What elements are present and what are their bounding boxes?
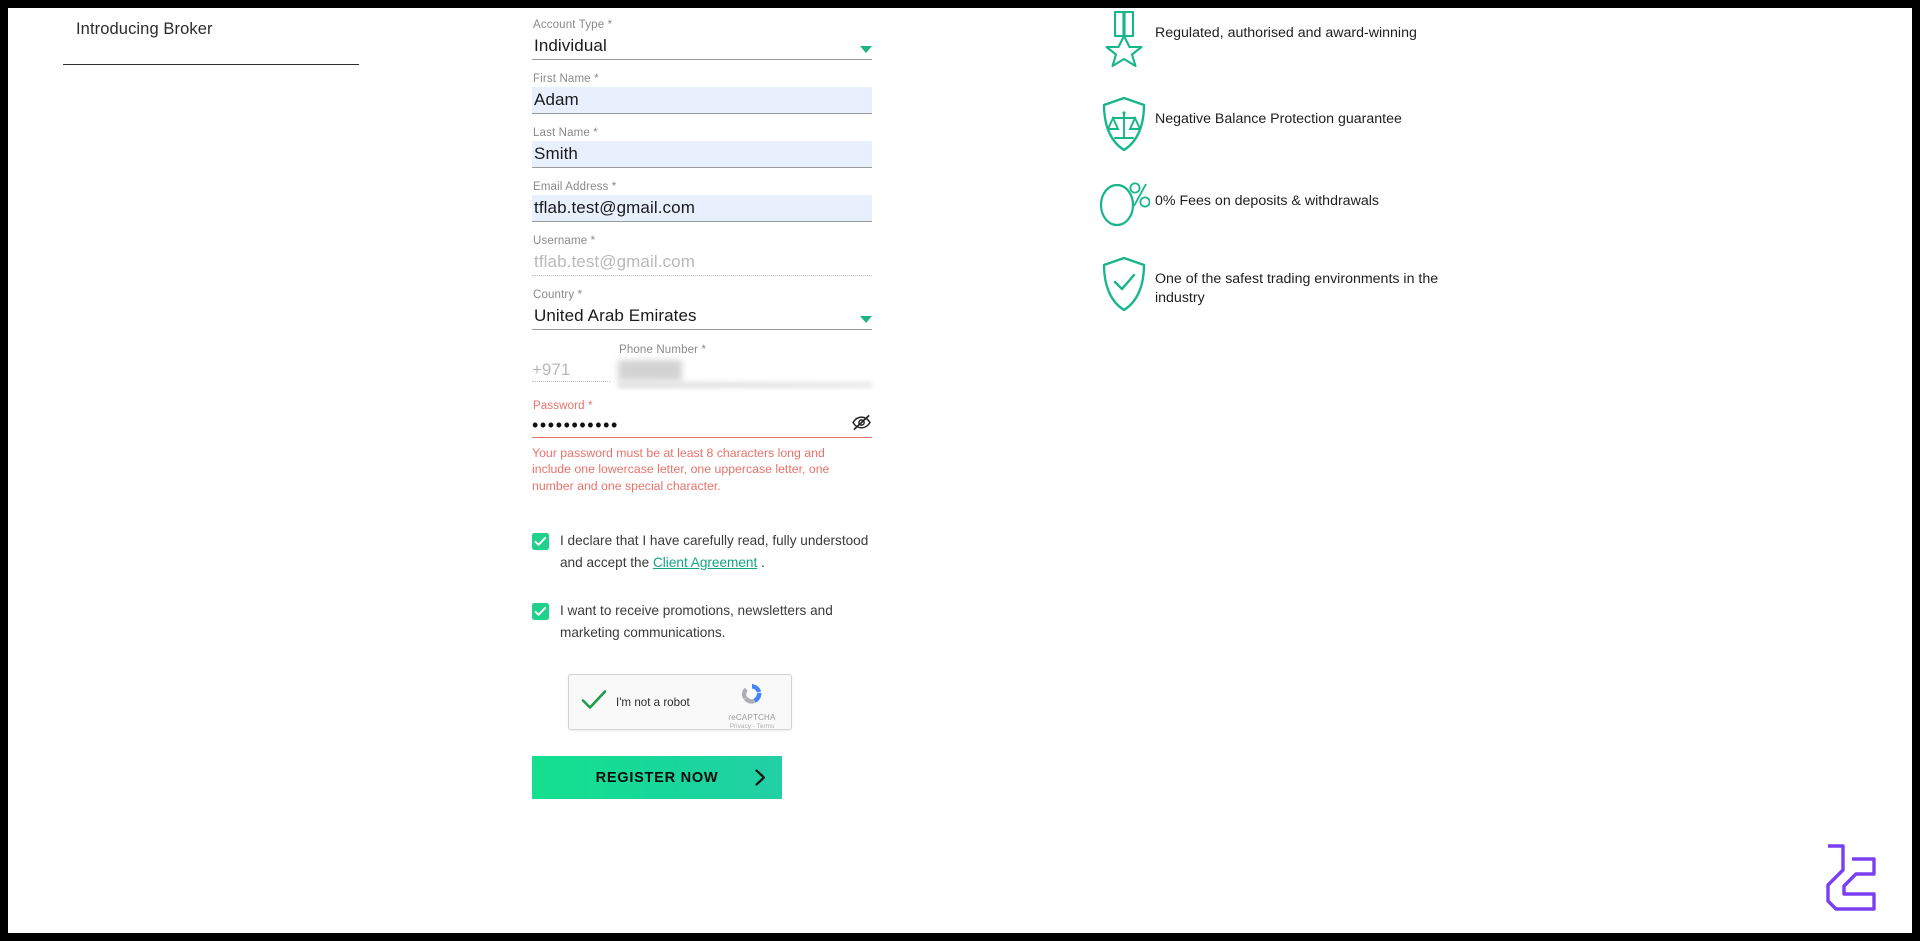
registration-page: Introducing Broker Account Type * Indivi… <box>8 8 1912 933</box>
check-icon <box>534 537 547 546</box>
first-name-input[interactable]: Adam <box>532 87 872 113</box>
medal-icon <box>1093 10 1155 72</box>
recaptcha-widget[interactable]: I'm not a robot reCAPTCHA Privacy - Term… <box>568 674 792 731</box>
shield-scales-icon <box>1093 96 1155 152</box>
field-phone[interactable]: +971 Phone Number * <box>532 342 872 388</box>
field-value-account-type[interactable]: Individual <box>532 33 609 59</box>
email-input[interactable]: tflab.test@gmail.com <box>532 195 872 221</box>
field-underline-account-type <box>532 59 872 60</box>
recaptcha-label: I'm not a robot <box>616 695 690 709</box>
checkbox-client-agreement[interactable] <box>532 533 549 551</box>
screenshot-root: Introducing Broker Account Type * Indivi… <box>0 0 1920 941</box>
recaptcha-branding: reCAPTCHA Privacy - Terms <box>721 681 783 730</box>
field-last-name[interactable]: Last Name * Smith <box>532 125 872 168</box>
field-label-password: Password * <box>533 400 593 412</box>
eye-off-icon[interactable] <box>851 414 872 436</box>
left-panel: Introducing Broker <box>8 8 528 933</box>
field-label-last-name: Last Name * <box>533 127 598 139</box>
benefit-text-regulated: Regulated, authorised and award-winning <box>1155 25 1417 41</box>
recaptcha-legal-links: Privacy - Terms <box>729 723 775 731</box>
field-underline-email-address <box>532 221 872 222</box>
last-name-input[interactable]: Smith <box>532 141 872 167</box>
zero-percent-icon <box>1093 178 1155 228</box>
field-email-address[interactable]: Email Address * tflab.test@gmail.com <box>532 179 872 222</box>
chevron-right-icon <box>755 769 766 789</box>
brand-watermark-logo <box>1814 840 1888 919</box>
field-account-type[interactable]: Account Type * Individual <box>532 17 872 60</box>
benefit-item-safest-trading: One of the safest trading environments i… <box>1093 256 1523 312</box>
field-underline-first-name <box>532 113 872 114</box>
field-label-phone-number: Phone Number * <box>619 344 707 356</box>
benefit-text-negative-balance: Negative Balance Protection guarantee <box>1155 111 1402 127</box>
register-now-button[interactable]: REGISTER NOW <box>532 756 782 800</box>
check-icon <box>534 607 547 616</box>
recaptcha-check-icon[interactable] <box>581 689 607 716</box>
phone-number-input[interactable] <box>618 360 682 381</box>
password-input[interactable]: ••••••••••• <box>532 414 619 437</box>
agreement-text-after: . <box>757 555 765 571</box>
field-label-country: Country * <box>533 289 583 301</box>
checkbox-label-client-agreement: I declare that I have carefully read, fu… <box>560 530 870 574</box>
field-underline-last-name <box>532 167 872 168</box>
chevron-down-icon-country[interactable] <box>860 316 872 323</box>
phone-country-code-value: +971 <box>532 360 571 379</box>
shield-check-icon <box>1093 256 1155 312</box>
register-now-label: REGISTER NOW <box>595 769 719 786</box>
field-label-account-type: Account Type * <box>533 19 613 31</box>
registration-form: Account Type * Individual First Name * A… <box>532 8 872 800</box>
recaptcha-brand-name: reCAPTCHA <box>728 713 776 723</box>
introducing-broker-divider <box>63 64 359 65</box>
benefit-item-zero-fees: 0% Fees on deposits & withdrawals <box>1093 178 1523 228</box>
checkbox-row-marketing[interactable]: I want to receive promotions, newsletter… <box>532 600 872 644</box>
checkbox-label-marketing: I want to receive promotions, newsletter… <box>560 603 833 641</box>
field-underline-country <box>532 329 872 330</box>
phone-country-code: +971 <box>532 342 616 388</box>
country-select-value[interactable]: United Arab Emirates <box>532 303 699 329</box>
field-label-username: Username * <box>533 235 596 247</box>
field-label-email-address: Email Address * <box>533 181 617 193</box>
introducing-broker-heading: Introducing Broker <box>76 20 213 38</box>
field-label-first-name: First Name * <box>533 73 599 85</box>
benefit-item-regulated: Regulated, authorised and award-winning <box>1093 10 1523 72</box>
field-underline-password <box>532 437 872 438</box>
checkbox-marketing[interactable] <box>532 603 549 621</box>
benefit-text-safest-trading: One of the safest trading environments i… <box>1155 271 1439 306</box>
field-username: Username * tflab.test@gmail.com <box>532 233 872 276</box>
checkbox-row-client-agreement[interactable]: I declare that I have carefully read, fu… <box>532 530 872 574</box>
phone-code-underline <box>532 381 610 382</box>
field-first-name[interactable]: First Name * Adam <box>532 71 872 114</box>
field-password[interactable]: Password * ••••••••••• Your password mus… <box>532 398 872 494</box>
benefit-text-zero-fees: 0% Fees on deposits & withdrawals <box>1155 193 1379 209</box>
phone-number-underline <box>618 382 872 388</box>
recaptcha-logo-icon <box>742 684 762 704</box>
field-underline-username <box>532 275 872 276</box>
password-error-message: Your password must be at least 8 charact… <box>532 446 830 493</box>
chevron-down-icon-account-type[interactable] <box>860 46 872 53</box>
benefits-list: Regulated, authorised and award-winning <box>1093 10 1523 340</box>
client-agreement-link[interactable]: Client Agreement <box>653 555 757 570</box>
phone-number-wrap[interactable]: Phone Number * <box>616 342 872 388</box>
benefit-item-negative-balance: Negative Balance Protection guarantee <box>1093 96 1523 152</box>
username-input: tflab.test@gmail.com <box>534 252 695 271</box>
field-country[interactable]: Country * United Arab Emirates <box>532 287 872 330</box>
